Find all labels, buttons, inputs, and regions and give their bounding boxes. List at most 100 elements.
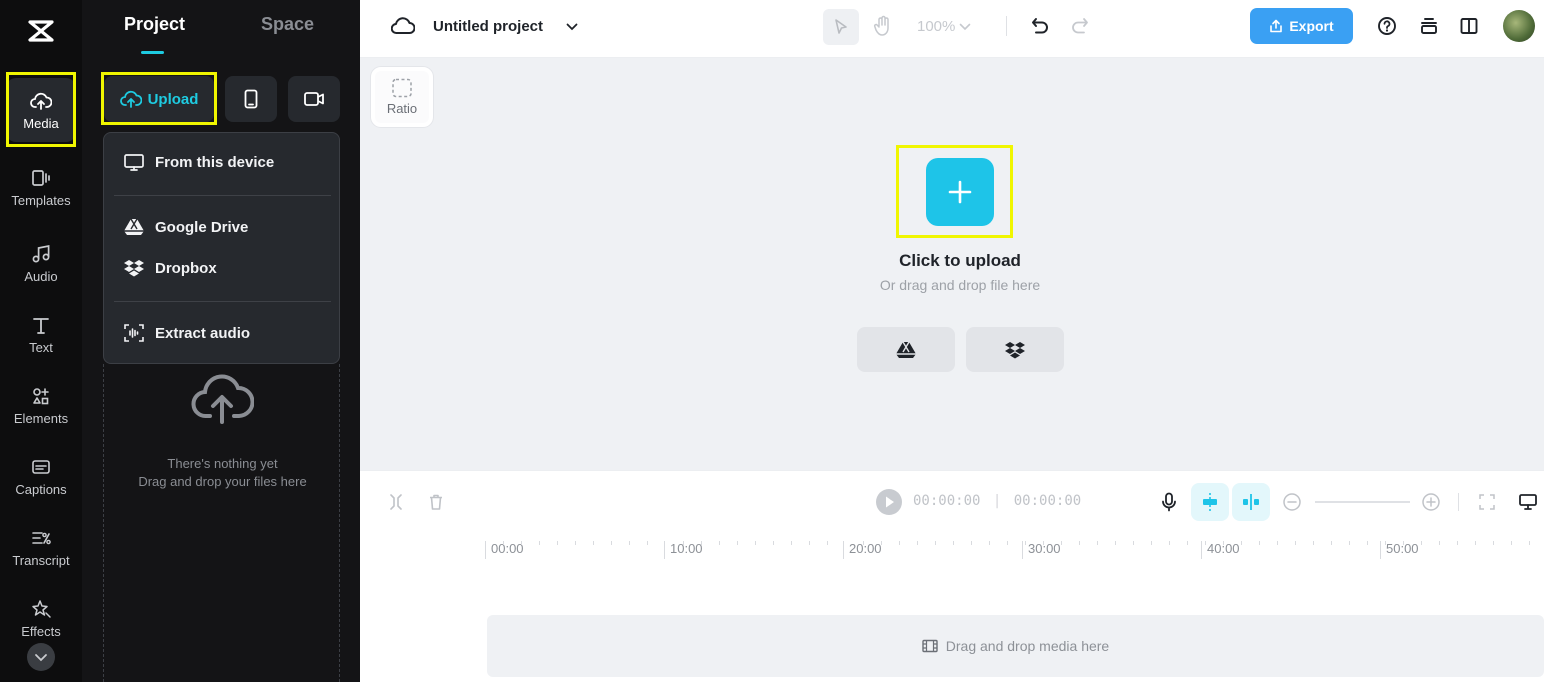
delete-icon[interactable] <box>424 479 448 525</box>
ruler-minor-tick <box>503 541 504 545</box>
capcut-logo-icon[interactable] <box>25 15 57 47</box>
rail-label-transcript: Transcript <box>12 552 70 568</box>
ruler-minor-tick <box>539 541 540 545</box>
auto-snap-button[interactable] <box>1191 483 1229 521</box>
caption-preview-icon[interactable] <box>1516 479 1540 525</box>
ruler-minor-tick <box>521 541 522 545</box>
rail-item-media[interactable]: Media <box>6 78 76 142</box>
layers-icon[interactable] <box>1417 14 1441 38</box>
menu-item-extract-audio[interactable]: Extract audio <box>123 319 250 347</box>
rail-item-audio[interactable]: Audio <box>6 231 76 295</box>
ruler-minor-tick <box>1223 541 1224 545</box>
cloud-upload-icon <box>30 90 52 112</box>
select-pointer-button[interactable] <box>823 9 859 45</box>
timeline-divider <box>1458 493 1459 511</box>
templates-icon <box>30 167 52 189</box>
ruler-major-tick <box>1380 541 1381 559</box>
timeline-zoom-slider[interactable] <box>1315 501 1410 503</box>
zoom-in-icon[interactable] <box>1419 479 1443 525</box>
ruler-label: 00:00 <box>491 541 524 556</box>
ruler-minor-tick <box>1259 541 1260 545</box>
ruler-minor-tick <box>917 541 918 545</box>
empty-message: There's nothing yet <box>167 456 278 471</box>
rail-item-templates[interactable]: Templates <box>6 155 76 219</box>
google-drive-button[interactable] <box>857 327 955 372</box>
menu-item-from-device[interactable]: From this device <box>123 148 274 176</box>
ruler-minor-tick <box>737 541 738 545</box>
upload-button[interactable]: Upload <box>104 76 214 122</box>
panel-dropzone[interactable]: There's nothing yet Drag and drop your f… <box>103 364 340 682</box>
zoom-select[interactable]: 100% <box>917 18 971 35</box>
ruler-major-tick <box>1022 541 1023 559</box>
rail-more-chevron-down-icon[interactable] <box>27 643 55 671</box>
phone-upload-button[interactable] <box>225 76 277 122</box>
zoom-value: 100% <box>917 18 956 35</box>
ruler-minor-tick <box>1079 541 1080 545</box>
tab-space[interactable]: Space <box>261 14 314 35</box>
rail-label-templates: Templates <box>11 192 71 208</box>
share-icon <box>1269 19 1283 33</box>
ratio-button[interactable]: Ratio <box>371 67 433 127</box>
plus-icon <box>947 179 973 205</box>
help-icon[interactable] <box>1375 14 1399 38</box>
tab-project[interactable]: Project <box>124 14 185 35</box>
rail-item-text[interactable]: Text <box>6 302 76 366</box>
rail-label-captions: Captions <box>15 481 67 497</box>
split-clip-icon[interactable] <box>384 479 408 525</box>
active-tab-indicator <box>141 51 164 54</box>
link-tracks-button[interactable] <box>1232 483 1270 521</box>
rail-item-transcript[interactable]: Transcript <box>6 515 76 579</box>
google-drive-icon <box>123 217 145 237</box>
cloud-upload-icon <box>119 89 142 109</box>
ruler-minor-tick <box>755 541 756 545</box>
drop-media-label: Drag and drop media here <box>945 638 1110 654</box>
export-button[interactable]: Export <box>1250 8 1353 44</box>
redo-icon[interactable] <box>1068 14 1092 38</box>
ruler-minor-tick <box>611 541 612 545</box>
time-separator: | <box>992 493 1002 509</box>
menu-divider <box>114 195 331 196</box>
ruler-minor-tick <box>1367 541 1368 545</box>
project-title[interactable]: Untitled project <box>433 18 543 35</box>
fit-timeline-icon[interactable] <box>1475 479 1499 525</box>
upload-label: Upload <box>147 90 199 108</box>
cloud-sync-icon[interactable] <box>390 14 416 38</box>
ruler-minor-tick <box>647 541 648 545</box>
microphone-icon[interactable] <box>1157 479 1181 525</box>
ruler-minor-tick <box>1025 541 1026 545</box>
current-time: 00:00:00 <box>913 493 981 509</box>
menu-item-dropbox[interactable]: Dropbox <box>123 254 217 282</box>
rail-item-captions[interactable]: Captions <box>6 444 76 508</box>
rail-label-effects: Effects <box>21 623 61 639</box>
ruler-minor-tick <box>971 541 972 545</box>
avatar[interactable] <box>1503 10 1535 42</box>
click-to-upload-title[interactable]: Click to upload <box>360 251 1544 271</box>
undo-icon[interactable] <box>1028 14 1052 38</box>
ruler-major-tick <box>485 541 486 559</box>
effects-icon <box>30 598 52 620</box>
hand-icon[interactable] <box>870 12 896 40</box>
ruler-minor-tick <box>1043 541 1044 545</box>
link-tracks-icon <box>1241 492 1261 512</box>
ruler-minor-tick <box>1457 541 1458 545</box>
chevron-down-icon[interactable] <box>564 19 580 35</box>
rail-item-elements[interactable]: Elements <box>6 373 76 437</box>
timeline-ruler[interactable]: 00:00 10:00 20:00 30:00 40:00 50:00 <box>485 533 1544 563</box>
split-layout-icon[interactable] <box>1457 14 1481 38</box>
monitor-icon <box>123 152 145 172</box>
ruler-minor-tick <box>1187 541 1188 545</box>
record-button[interactable] <box>288 76 340 122</box>
rail-item-effects[interactable]: Effects <box>6 586 76 650</box>
captions-icon <box>30 456 52 478</box>
zoom-out-icon[interactable] <box>1280 479 1304 525</box>
phone-icon <box>243 89 259 109</box>
add-media-button[interactable] <box>926 158 994 226</box>
menu-item-google-drive[interactable]: Google Drive <box>123 213 248 241</box>
timeline: 00:00:00 | 00:00:00 00:00 10:00 20:00 30:00… <box>360 470 1544 682</box>
menu-label-dropbox: Dropbox <box>155 259 217 277</box>
transcript-icon <box>30 527 52 549</box>
media-drop-track[interactable]: Drag and drop media here <box>487 615 1544 677</box>
ruler-minor-tick <box>1331 541 1332 545</box>
play-button[interactable] <box>874 479 904 525</box>
dropbox-button[interactable] <box>966 327 1064 372</box>
